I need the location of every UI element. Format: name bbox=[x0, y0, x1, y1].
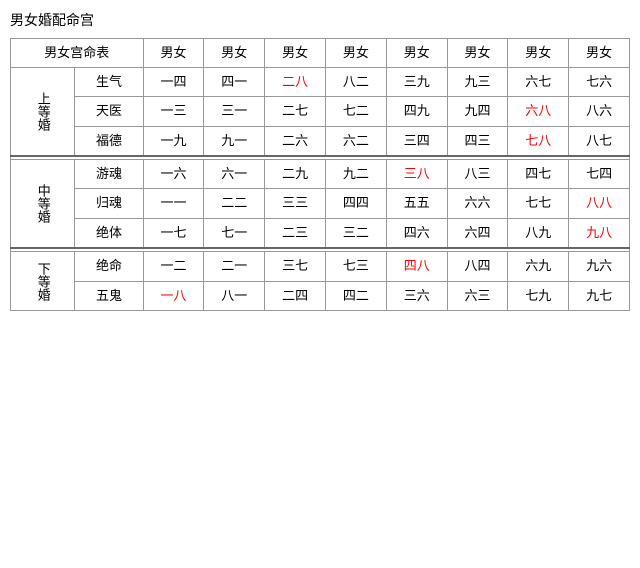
col-header-2: 男女 bbox=[265, 39, 326, 68]
table-row: 天医一三三一二七七二四九九四六八八六 bbox=[11, 97, 630, 126]
data-cell: 六一 bbox=[204, 160, 265, 189]
data-cell: 四一 bbox=[204, 68, 265, 97]
data-cell: 六七 bbox=[508, 68, 569, 97]
sub-label: 天医 bbox=[75, 97, 143, 126]
table-row: 福德一九九一二六六二三四四三七八八七 bbox=[11, 126, 630, 156]
data-cell: 二二 bbox=[204, 189, 265, 218]
data-cell: 二六 bbox=[265, 126, 326, 156]
data-cell: 一三 bbox=[143, 97, 204, 126]
data-cell: 七六 bbox=[569, 68, 630, 97]
data-cell: 一九 bbox=[143, 126, 204, 156]
data-cell: 九三 bbox=[447, 68, 508, 97]
data-cell: 七一 bbox=[204, 218, 265, 248]
sub-label: 游魂 bbox=[75, 160, 143, 189]
data-cell: 八二 bbox=[326, 68, 387, 97]
data-cell: 三一 bbox=[204, 97, 265, 126]
sub-label: 绝体 bbox=[75, 218, 143, 248]
data-cell: 一七 bbox=[143, 218, 204, 248]
sub-label: 五鬼 bbox=[75, 281, 143, 310]
data-cell: 八三 bbox=[447, 160, 508, 189]
col-header-3: 男女 bbox=[326, 39, 387, 68]
data-cell: 三二 bbox=[326, 218, 387, 248]
data-cell: 九二 bbox=[326, 160, 387, 189]
data-cell: 四八 bbox=[386, 252, 447, 281]
data-cell: 二八 bbox=[265, 68, 326, 97]
sub-label: 生气 bbox=[75, 68, 143, 97]
col-header-1: 男女 bbox=[204, 39, 265, 68]
data-cell: 五五 bbox=[386, 189, 447, 218]
data-cell: 一一 bbox=[143, 189, 204, 218]
group-label: 中等婚 bbox=[11, 160, 75, 248]
data-cell: 一六 bbox=[143, 160, 204, 189]
data-cell: 四七 bbox=[508, 160, 569, 189]
table-row: 上等婚生气一四四一二八八二三九九三六七七六 bbox=[11, 68, 630, 97]
data-cell: 八八 bbox=[569, 189, 630, 218]
data-cell: 六八 bbox=[508, 97, 569, 126]
col-header-7: 男女 bbox=[569, 39, 630, 68]
table-row: 中等婚游魂一六六一二九九二三八八三四七七四 bbox=[11, 160, 630, 189]
data-cell: 三九 bbox=[386, 68, 447, 97]
table-row: 五鬼一八八一二四四二三六六三七九九七 bbox=[11, 281, 630, 310]
data-cell: 九六 bbox=[569, 252, 630, 281]
data-cell: 一八 bbox=[143, 281, 204, 310]
data-cell: 二九 bbox=[265, 160, 326, 189]
table-row: 下等婚绝命一二二一三七七三四八八四六九九六 bbox=[11, 252, 630, 281]
data-cell: 八九 bbox=[508, 218, 569, 248]
data-cell: 四六 bbox=[386, 218, 447, 248]
data-cell: 四九 bbox=[386, 97, 447, 126]
data-cell: 九一 bbox=[204, 126, 265, 156]
data-cell: 三三 bbox=[265, 189, 326, 218]
data-cell: 九八 bbox=[569, 218, 630, 248]
col-header-5: 男女 bbox=[447, 39, 508, 68]
col-header-4: 男女 bbox=[386, 39, 447, 68]
data-cell: 三八 bbox=[386, 160, 447, 189]
table-row: 绝体一七七一二三三二四六六四八九九八 bbox=[11, 218, 630, 248]
data-cell: 二一 bbox=[204, 252, 265, 281]
data-cell: 六六 bbox=[447, 189, 508, 218]
data-cell: 六二 bbox=[326, 126, 387, 156]
page-title: 男女婚配命宫 bbox=[10, 10, 630, 30]
data-cell: 二四 bbox=[265, 281, 326, 310]
data-cell: 八四 bbox=[447, 252, 508, 281]
table-header-label: 男女宫命表 bbox=[11, 39, 144, 68]
data-cell: 九七 bbox=[569, 281, 630, 310]
sub-label: 福德 bbox=[75, 126, 143, 156]
data-cell: 七九 bbox=[508, 281, 569, 310]
data-cell: 三七 bbox=[265, 252, 326, 281]
data-cell: 四四 bbox=[326, 189, 387, 218]
data-cell: 七四 bbox=[569, 160, 630, 189]
group-label: 上等婚 bbox=[11, 68, 75, 156]
group-label: 下等婚 bbox=[11, 252, 75, 310]
sub-label: 归魂 bbox=[75, 189, 143, 218]
data-cell: 三四 bbox=[386, 126, 447, 156]
data-cell: 三六 bbox=[386, 281, 447, 310]
data-cell: 八一 bbox=[204, 281, 265, 310]
data-cell: 七三 bbox=[326, 252, 387, 281]
main-table: 男女宫命表 男女男女男女男女男女男女男女男女 上等婚生气一四四一二八八二三九九三… bbox=[10, 38, 630, 311]
col-header-6: 男女 bbox=[508, 39, 569, 68]
data-cell: 八六 bbox=[569, 97, 630, 126]
data-cell: 七二 bbox=[326, 97, 387, 126]
data-cell: 四二 bbox=[326, 281, 387, 310]
data-cell: 八七 bbox=[569, 126, 630, 156]
data-cell: 七七 bbox=[508, 189, 569, 218]
data-cell: 四三 bbox=[447, 126, 508, 156]
data-cell: 七八 bbox=[508, 126, 569, 156]
data-cell: 二七 bbox=[265, 97, 326, 126]
data-cell: 一四 bbox=[143, 68, 204, 97]
sub-label: 绝命 bbox=[75, 252, 143, 281]
data-cell: 一二 bbox=[143, 252, 204, 281]
data-cell: 九四 bbox=[447, 97, 508, 126]
table-row: 归魂一一二二三三四四五五六六七七八八 bbox=[11, 189, 630, 218]
data-cell: 六九 bbox=[508, 252, 569, 281]
data-cell: 二三 bbox=[265, 218, 326, 248]
data-cell: 六三 bbox=[447, 281, 508, 310]
data-cell: 六四 bbox=[447, 218, 508, 248]
col-header-0: 男女 bbox=[143, 39, 204, 68]
